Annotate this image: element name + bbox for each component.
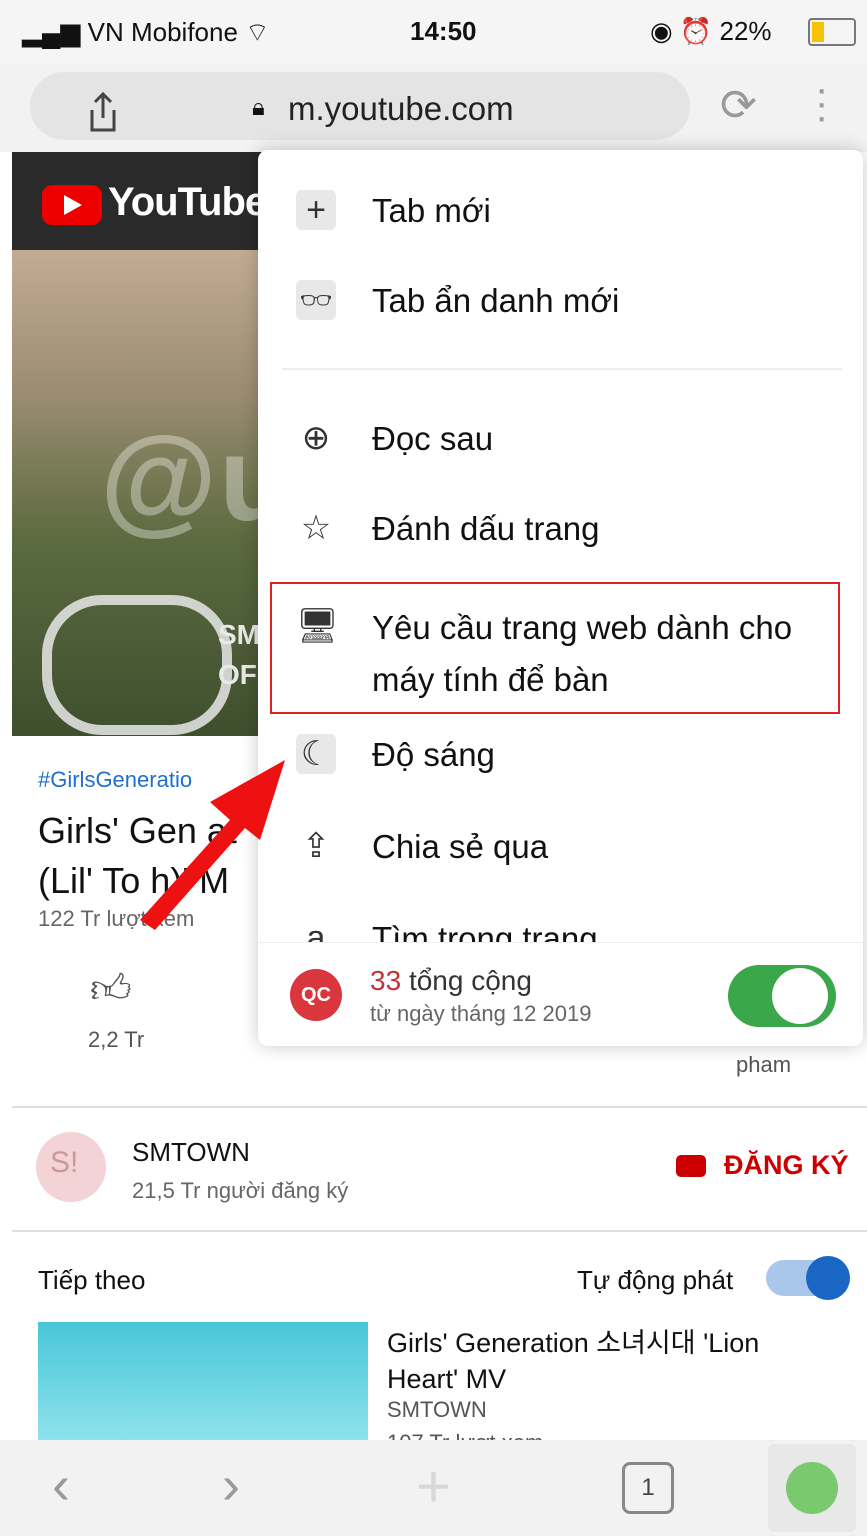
channel-avatar[interactable]: S! (36, 1132, 106, 1202)
up-next-label: Tiếp theo (38, 1265, 146, 1295)
forward-icon[interactable]: › (222, 1454, 240, 1516)
more-menu-icon[interactable]: · · · (815, 69, 828, 137)
address-bar[interactable]: 🔒︎ m.youtube.com (30, 72, 690, 140)
banner-text: SM OF (218, 619, 260, 690)
subscribe-button[interactable]: ĐĂNG KÝ (724, 1150, 849, 1181)
autoplay-label: Tự động phát (577, 1265, 734, 1295)
incognito-icon: 👓︎ (296, 280, 336, 320)
channel-name[interactable]: SMTOWN (132, 1137, 250, 1168)
status-right: ◉ ⏰ 22% (650, 16, 772, 46)
desktop-icon: 🖥︎ (296, 607, 340, 645)
tab-switcher-button[interactable]: 1 (622, 1462, 674, 1514)
plus-icon: + (296, 190, 336, 230)
adblock-toggle-knob[interactable] (772, 968, 828, 1024)
menu-item-new-tab[interactable]: + Tab mới (258, 172, 863, 252)
coccoc-adblock-panel: QC 33 tổng cộng từ ngày tháng 12 2019 (258, 942, 863, 1046)
adblock-since: từ ngày tháng 12 2019 (370, 1001, 592, 1026)
battery-icon (808, 18, 856, 46)
menu-item-incognito-tab[interactable]: 👓︎ Tab ẩn danh mới (258, 262, 863, 342)
next-video-views: 107 Tr lượt xem (387, 1430, 543, 1440)
menu-item-share[interactable]: ⇪ Chia sẻ qua (258, 808, 863, 888)
youtube-header: YouTube (12, 152, 272, 250)
carrier-label: ▂▄▆ VN Mobifone ︎⌔ (22, 17, 270, 47)
autoplay-toggle-knob[interactable] (806, 1256, 850, 1300)
lock-icon: 🔒︎ (252, 94, 265, 121)
reload-icon[interactable]: ⟳ (720, 80, 757, 131)
like-count: 2,2 Tr (88, 1027, 145, 1052)
menu-separator (282, 368, 842, 370)
back-icon[interactable]: ‹ (52, 1454, 70, 1516)
like-icon[interactable]: 👍︎ (90, 965, 132, 1013)
sm-logo (42, 595, 232, 735)
next-video-channel: SMTOWN (387, 1397, 487, 1422)
menu-item-bookmark[interactable]: ☆ Đánh dấu trang (258, 490, 863, 570)
menu-item-request-desktop[interactable]: 🖥︎ Yêu cầu trang web dành cho máy tính để… (258, 588, 863, 708)
status-bar: ▂▄▆ VN Mobifone ︎⌔ 14:50 ◉ ⏰ 22% (0, 0, 867, 64)
channel-subscribers: 21,5 Tr người đăng ký (132, 1178, 349, 1203)
youtube-logo-text[interactable]: YouTube (108, 180, 267, 225)
share-icon[interactable] (88, 92, 118, 132)
new-tab-icon[interactable]: + (416, 1452, 451, 1521)
menu-item-read-later[interactable]: ⊕ Đọc sau (258, 400, 863, 480)
bookmark-star-icon: ☆ (300, 509, 332, 547)
next-video-title[interactable]: Girls' Generation 소녀시대 'Lion Heart' MV (387, 1325, 827, 1397)
browser-toolbar: 🔒︎ m.youtube.com ⟳ · · · (0, 64, 867, 152)
red-arrow-annotation (140, 760, 285, 930)
status-time: 14:50 (410, 16, 477, 46)
coccoc-extension-icon[interactable] (768, 1444, 856, 1532)
divider (12, 1106, 867, 1108)
url-text[interactable]: m.youtube.com (288, 90, 514, 128)
action-label: pham (736, 1052, 792, 1077)
subscribe-icon[interactable] (676, 1155, 706, 1177)
next-video-thumbnail[interactable] (38, 1322, 368, 1442)
bottom-toolbar: ‹ › + 1 (0, 1440, 867, 1536)
reading-list-icon: ⊕ (301, 419, 331, 457)
adblock-count: 33 tổng cộng (370, 965, 532, 996)
adblock-icon: QC (290, 969, 342, 1021)
browser-menu: + Tab mới 👓︎ Tab ẩn danh mới ⊕ Đọc sau ☆… (258, 150, 863, 1046)
menu-item-brightness[interactable]: ☾ Độ sáng (258, 716, 863, 796)
divider (12, 1230, 867, 1232)
